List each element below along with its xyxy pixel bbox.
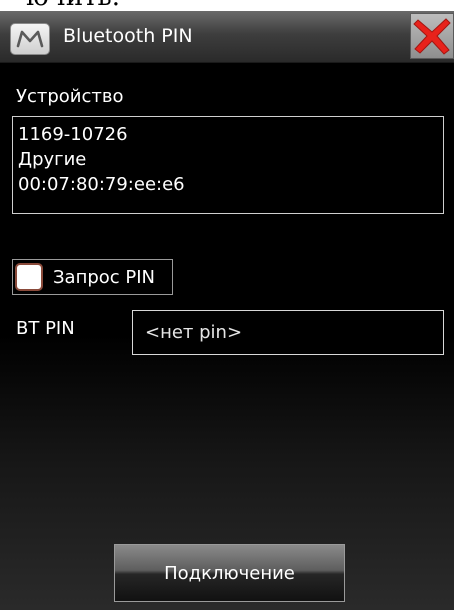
device-type: Другие — [18, 149, 87, 170]
device-name: 1169-10726 — [18, 124, 128, 145]
device-info-box: 1169-10726 Другие 00:07:80:79:ee:e6 — [12, 116, 444, 214]
close-x-icon — [413, 18, 451, 55]
close-button[interactable] — [410, 13, 454, 59]
pin-request-toggle[interactable]: Запрос PIN — [12, 259, 173, 295]
device-label: Устройство — [16, 86, 124, 107]
bt-pin-input[interactable] — [132, 310, 444, 355]
device-address: 00:07:80:79:ee:e6 — [18, 174, 185, 195]
connect-button[interactable]: Подключение — [114, 544, 345, 602]
pin-request-label: Запрос PIN — [53, 267, 156, 288]
clipped-caption-text: ючить. — [22, 0, 124, 11]
app-screen: ючить. Bluetooth PIN Устройство 1169-107… — [0, 0, 454, 610]
window-title: Bluetooth PIN — [63, 25, 193, 47]
pin-request-checkbox[interactable] — [15, 263, 43, 291]
m-logo-icon — [10, 23, 50, 55]
title-bar: Bluetooth PIN — [0, 11, 454, 63]
bt-pin-label: BT PIN — [16, 318, 75, 339]
